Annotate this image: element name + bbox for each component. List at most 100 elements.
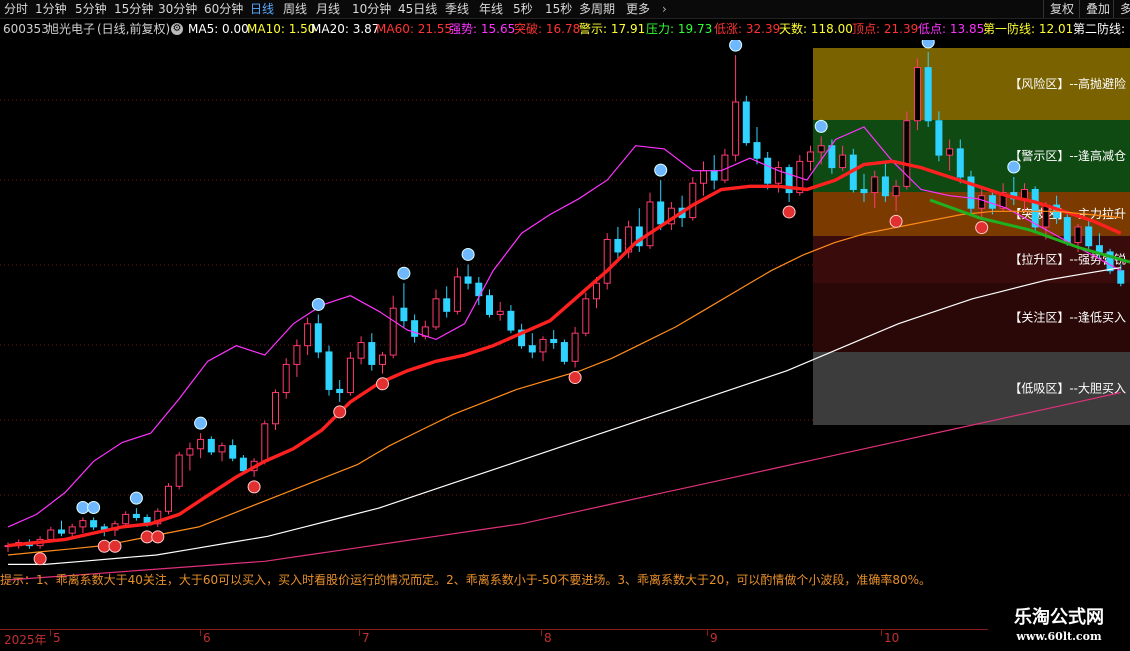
tab-11[interactable]: 季线: [445, 0, 469, 18]
toolbar-right-button-0[interactable]: 复权: [1043, 0, 1080, 18]
candle-body: [314, 323, 322, 353]
candle-body: [325, 351, 333, 390]
indicator-0: MA5: 0.00: [188, 22, 249, 36]
tab-10[interactable]: 45日线: [398, 0, 437, 18]
candle-body: [293, 345, 301, 365]
tab-8[interactable]: 月线: [316, 0, 340, 18]
candle-body: [1085, 226, 1093, 247]
buy-signal-ball: [333, 405, 347, 419]
hint-text: 提示：1、乖离系数大于40关注，大于60可以买入，买入时看股价运行的情况而定。2…: [0, 573, 931, 587]
buy-signal-ball: [108, 539, 122, 553]
zone-label: 【警示区】--逢高减仓: [1009, 148, 1126, 163]
date-month-3: 8: [544, 631, 552, 645]
tab-15[interactable]: 多周期: [579, 0, 615, 18]
period-toolbar: 分时 1分钟 5分钟 15分钟 30分钟 60分钟 日线 周线 月线 10分钟 45日线 季线 年线 5秒…: [0, 0, 1130, 19]
watermark-url: www.60lt.com: [1016, 630, 1102, 643]
candle-body: [132, 513, 140, 519]
candle-body: [1042, 204, 1050, 228]
candle-body: [881, 176, 889, 197]
sell-signal-ball: [87, 501, 101, 515]
candle-body: [828, 145, 836, 169]
candle-body: [79, 520, 87, 528]
tab-12[interactable]: 年线: [479, 0, 503, 18]
date-month-4: 9: [710, 631, 718, 645]
candle-body: [528, 345, 536, 353]
tab-0[interactable]: 分时: [4, 0, 28, 18]
candle-body: [47, 529, 55, 540]
kline-chart: 【风险区】--高抛避险【警示区】--逢高减仓【突破区】--主力拉升【拉升区】--…: [0, 40, 1130, 581]
candle-body: [839, 154, 847, 169]
candle-body: [582, 298, 590, 334]
candle-body: [122, 513, 130, 525]
buy-signal-ball: [975, 221, 989, 235]
candle-body: [935, 120, 943, 156]
sell-signal-ball: [1007, 160, 1021, 174]
tab-7[interactable]: 周线: [283, 0, 307, 18]
candle-body: [946, 148, 954, 156]
period-mode: (日线,前复权): [97, 22, 171, 36]
tab-6[interactable]: 日线: [250, 0, 274, 18]
candle-body: [218, 445, 226, 453]
toolbar-right-button-2[interactable]: 多: [1113, 0, 1130, 18]
candle-body: [464, 276, 472, 284]
date-tick: [707, 630, 708, 636]
tab-14[interactable]: 15秒: [545, 0, 572, 18]
date-tick: [359, 630, 360, 636]
candle-body: [764, 157, 772, 184]
sell-signal-ball: [729, 40, 743, 52]
candle-body: [560, 342, 568, 362]
candle-body: [807, 151, 814, 162]
buy-signal-ball: [568, 371, 582, 385]
candle-body: [603, 238, 611, 284]
candle-body: [175, 454, 183, 487]
candle-body: [614, 238, 622, 253]
candle-body: [453, 276, 461, 312]
zone-label: 【关注区】--逢低买入: [1009, 310, 1126, 325]
candle-body: [593, 282, 600, 300]
candle-body: [165, 485, 172, 512]
candle-body: [261, 423, 269, 462]
candle-body: [646, 201, 654, 247]
candle-body: [742, 101, 750, 144]
candle-body: [871, 176, 879, 194]
candle-body: [346, 357, 354, 394]
indicator-8: 低涨: 32.39: [714, 22, 781, 36]
indicator-9: 天数: 118.00: [779, 22, 853, 36]
tab-9[interactable]: 10分钟: [352, 0, 391, 18]
buy-signal-ball: [247, 480, 261, 494]
candle-body: [389, 307, 397, 356]
more-arrow-icon[interactable]: ›: [662, 0, 667, 18]
sell-signal-ball: [461, 247, 475, 261]
candle-body: [1095, 245, 1103, 253]
sell-signal-ball: [129, 491, 143, 505]
toolbar-right-button-1[interactable]: 叠加: [1079, 0, 1116, 18]
candle-body: [486, 295, 493, 315]
tab-16[interactable]: 更多: [626, 0, 650, 18]
tab-13[interactable]: 5秒: [513, 0, 533, 18]
buy-signal-ball: [782, 205, 796, 219]
stock-code: 600353: [3, 22, 49, 36]
tab-2[interactable]: 5分钟: [75, 0, 107, 18]
candle-body: [379, 354, 386, 365]
tab-5[interactable]: 60分钟: [204, 0, 243, 18]
candle-body: [368, 342, 376, 365]
indicator-10: 顶点: 21.39: [852, 22, 919, 36]
candle-body: [550, 338, 558, 344]
sell-signal-ball: [194, 416, 208, 430]
date-month-5: 10: [884, 631, 900, 645]
candle-body: [357, 342, 365, 359]
tab-4[interactable]: 30分钟: [158, 0, 197, 18]
candle-body: [892, 185, 900, 197]
indicator-11: 低点: 13.85: [918, 22, 985, 36]
candle-body: [988, 195, 996, 209]
candle-body: [924, 67, 932, 122]
tab-3[interactable]: 15分钟: [114, 0, 153, 18]
tab-1[interactable]: 1分钟: [35, 0, 67, 18]
buy-signal-ball: [151, 530, 165, 544]
watermark-title: 乐淘公式网: [1014, 607, 1104, 628]
sell-signal-ball: [654, 163, 668, 177]
indicator-3: MA60: 21.55: [376, 22, 453, 36]
settings-gear-icon[interactable]: ⚙: [171, 23, 183, 35]
candle-body: [68, 526, 76, 534]
candle-body: [903, 120, 911, 187]
